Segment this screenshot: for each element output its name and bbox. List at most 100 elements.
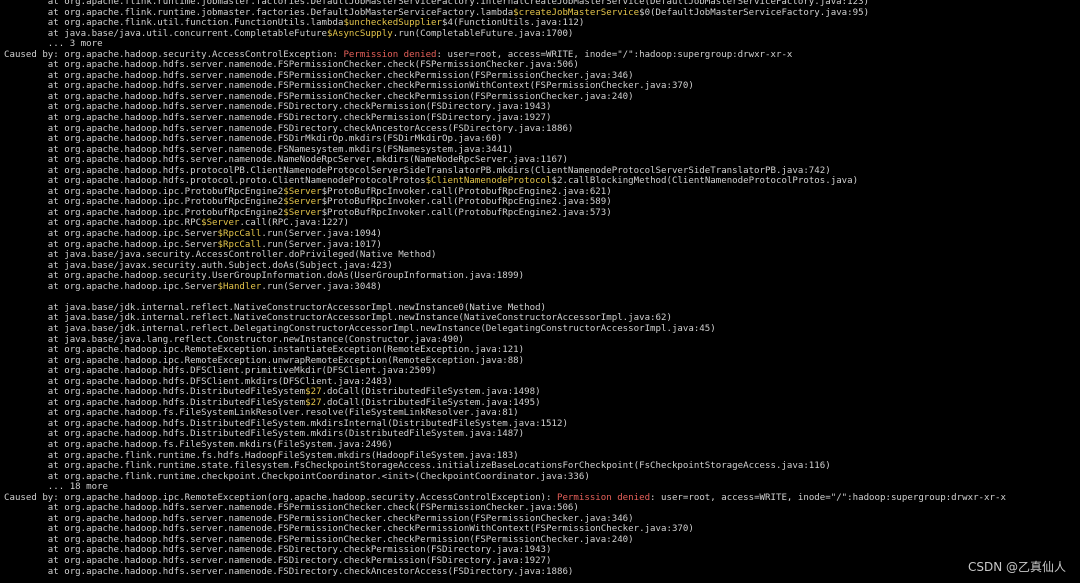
log-line: at java.base/jdk.internal.reflect.Native…: [4, 303, 1076, 314]
log-line: at org.apache.hadoop.hdfs.server.namenod…: [4, 535, 1076, 546]
error-highlight: Permission denied: [343, 49, 437, 60]
log-line: at org.apache.hadoop.hdfs.server.namenod…: [4, 92, 1076, 103]
log-text: .run(Server.java:1094): [261, 229, 382, 240]
log-line: at org.apache.hadoop.hdfs.DFSClient.prim…: [4, 366, 1076, 377]
log-line: at org.apache.hadoop.ipc.RemoteException…: [4, 356, 1076, 367]
log-line: at org.apache.hadoop.hdfs.DistributedFil…: [4, 387, 1076, 398]
log-text: $ProtoBufRpcInvoker.call(ProtobufRpcEngi…: [321, 207, 612, 218]
symbol-highlight: $AsyncSupply: [327, 28, 393, 39]
log-text: at org.apache.hadoop.hdfs.server.namenod…: [4, 555, 552, 566]
log-text: Caused by: org.apache.hadoop.ipc.RemoteE…: [4, 492, 557, 503]
log-line: at org.apache.hadoop.hdfs.server.namenod…: [4, 556, 1076, 567]
symbol-highlight: $27: [305, 397, 322, 408]
log-text: at org.apache.hadoop.ipc.ProtobufRpcEngi…: [4, 186, 284, 197]
symbol-highlight: $27: [305, 387, 322, 398]
log-text: $0(DefaultJobMasterServiceFactory.java:9…: [639, 7, 870, 18]
log-text: at org.apache.hadoop.hdfs.DistributedFil…: [4, 397, 306, 408]
log-line: at org.apache.hadoop.ipc.ProtobufRpcEngi…: [4, 197, 1076, 208]
log-line: Caused by: org.apache.hadoop.ipc.RemoteE…: [4, 493, 1076, 504]
log-text: at org.apache.hadoop.security.UserGroupI…: [4, 271, 525, 282]
log-line: at org.apache.hadoop.hdfs.protocolPB.Cli…: [4, 166, 1076, 177]
error-highlight: Permission denied: [556, 492, 651, 503]
log-text: at java.base/java.security.AccessControl…: [4, 250, 437, 261]
log-line: at org.apache.flink.runtime.jobmaster.fa…: [4, 0, 1076, 8]
log-text: at org.apache.hadoop.hdfs.server.namenod…: [4, 81, 694, 92]
log-text: : user=root, access=WRITE, inode="/":had…: [650, 492, 1006, 503]
log-text: at org.apache.flink.runtime.fs.hdfs.Hado…: [4, 450, 519, 461]
log-line: at org.apache.hadoop.hdfs.DistributedFil…: [4, 429, 1076, 440]
log-line: at org.apache.hadoop.hdfs.DistributedFil…: [4, 419, 1076, 430]
log-text: at org.apache.hadoop.hdfs.protocolPB.Cli…: [4, 165, 831, 176]
log-text: $ProtoBufRpcInvoker.call(ProtobufRpcEngi…: [321, 186, 612, 197]
log-line: at org.apache.hadoop.ipc.Server$RpcCall.…: [4, 229, 1076, 240]
log-line: at java.base/java.security.AccessControl…: [4, 250, 1076, 261]
log-text: .doCall(DistributedFileSystem.java:1498): [321, 387, 541, 398]
log-text: at org.apache.flink.runtime.jobmaster.fa…: [4, 7, 514, 18]
log-text: at org.apache.hadoop.ipc.ProtobufRpcEngi…: [4, 207, 284, 218]
log-text: at org.apache.hadoop.hdfs.DistributedFil…: [4, 418, 568, 429]
symbol-highlight: $RpcCall: [217, 239, 262, 250]
log-text: at org.apache.hadoop.ipc.ProtobufRpcEngi…: [4, 197, 284, 208]
log-line: at org.apache.flink.runtime.jobmaster.fa…: [4, 8, 1076, 19]
log-text: at org.apache.hadoop.hdfs.server.namenod…: [4, 503, 579, 514]
log-text: at java.base/java.util.concurrent.Comple…: [4, 28, 328, 39]
log-text: at org.apache.flink.util.function.Functi…: [4, 18, 344, 29]
log-text: .run(CompletableFuture.java:1700): [392, 28, 574, 39]
log-text: at org.apache.hadoop.hdfs.DistributedFil…: [4, 387, 306, 398]
log-text: at java.base/jdk.internal.reflect.Native…: [4, 302, 547, 313]
log-text: at org.apache.hadoop.hdfs.server.namenod…: [4, 566, 574, 577]
log-text: at org.apache.hadoop.ipc.RemoteException…: [4, 355, 525, 366]
log-text: at org.apache.hadoop.hdfs.server.namenod…: [4, 534, 634, 545]
log-text: Caused by: org.apache.hadoop.security.Ac…: [4, 49, 344, 60]
log-line: at org.apache.hadoop.hdfs.DFSClient.mkdi…: [4, 377, 1076, 388]
log-line: at org.apache.flink.runtime.state.filesy…: [4, 461, 1076, 472]
symbol-highlight: $Handler: [217, 281, 262, 292]
log-line: at java.base/javax.security.auth.Subject…: [4, 261, 1076, 272]
log-text: at org.apache.hadoop.ipc.Server: [4, 229, 218, 240]
log-text: ... 3 more: [4, 39, 103, 50]
log-line: at org.apache.hadoop.hdfs.server.namenod…: [4, 524, 1076, 535]
log-text: at org.apache.hadoop.ipc.RemoteException…: [4, 345, 525, 356]
log-text: at org.apache.hadoop.hdfs.server.namenod…: [4, 134, 503, 145]
log-text: at java.base/javax.security.auth.Subject…: [4, 260, 393, 271]
log-line: at org.apache.hadoop.hdfs.server.namenod…: [4, 145, 1076, 156]
log-text: at org.apache.flink.runtime.checkpoint.C…: [4, 471, 590, 482]
log-line: at org.apache.hadoop.hdfs.server.namenod…: [4, 567, 1076, 578]
log-text: at java.base/java.lang.reflect.Construct…: [4, 334, 464, 345]
log-line: at org.apache.hadoop.hdfs.server.namenod…: [4, 545, 1076, 556]
log-text: at org.apache.hadoop.hdfs.protocol.proto…: [4, 176, 426, 187]
log-line: at org.apache.flink.runtime.fs.hdfs.Hado…: [4, 451, 1076, 462]
log-line: at org.apache.hadoop.ipc.ProtobufRpcEngi…: [4, 187, 1076, 198]
log-text: at java.base/jdk.internal.reflect.Delega…: [4, 323, 716, 334]
log-line: at org.apache.hadoop.security.UserGroupI…: [4, 271, 1076, 282]
log-text: .run(Server.java:1017): [261, 239, 382, 250]
symbol-highlight: $ClientNamenodeProtocol: [425, 176, 552, 187]
log-text: at org.apache.hadoop.hdfs.server.namenod…: [4, 123, 574, 134]
log-line: at org.apache.hadoop.fs.FileSystemLinkRe…: [4, 408, 1076, 419]
log-line: ... 18 more: [4, 482, 1076, 493]
log-line: at org.apache.hadoop.hdfs.server.namenod…: [4, 71, 1076, 82]
log-text: $2.callBlockingMethod(ClientNamenodeProt…: [551, 176, 859, 187]
log-line: ... 3 more: [4, 39, 1076, 50]
log-text: at org.apache.hadoop.fs.FileSystemLinkRe…: [4, 408, 519, 419]
log-line: at org.apache.hadoop.hdfs.server.namenod…: [4, 113, 1076, 124]
log-text: ... 18 more: [4, 482, 109, 493]
log-text: at org.apache.hadoop.ipc.RPC: [4, 218, 202, 229]
symbol-highlight: $Server: [201, 218, 240, 229]
log-text: at org.apache.hadoop.hdfs.server.namenod…: [4, 91, 634, 102]
log-text: at org.apache.hadoop.ipc.Server: [4, 281, 218, 292]
watermark: CSDN @乙真仙人: [967, 560, 1066, 574]
symbol-highlight: $uncheckedSupplier: [343, 18, 443, 29]
log-line: at java.base/java.lang.reflect.Construct…: [4, 335, 1076, 346]
log-line: at org.apache.hadoop.hdfs.server.namenod…: [4, 134, 1076, 145]
log-line: at java.base/jdk.internal.reflect.Native…: [4, 313, 1076, 324]
log-text: at org.apache.hadoop.hdfs.server.namenod…: [4, 545, 552, 556]
log-text: .call(RPC.java:1227): [239, 218, 349, 229]
log-text: at org.apache.hadoop.hdfs.server.namenod…: [4, 102, 552, 113]
log-line: at org.apache.flink.util.function.Functi…: [4, 18, 1076, 29]
log-line: at org.apache.hadoop.ipc.RPC$Server.call…: [4, 218, 1076, 229]
log-text: .doCall(DistributedFileSystem.java:1495): [321, 397, 541, 408]
log-text: .run(Server.java:3048): [261, 281, 382, 292]
log-text: at org.apache.hadoop.hdfs.server.namenod…: [4, 60, 579, 71]
